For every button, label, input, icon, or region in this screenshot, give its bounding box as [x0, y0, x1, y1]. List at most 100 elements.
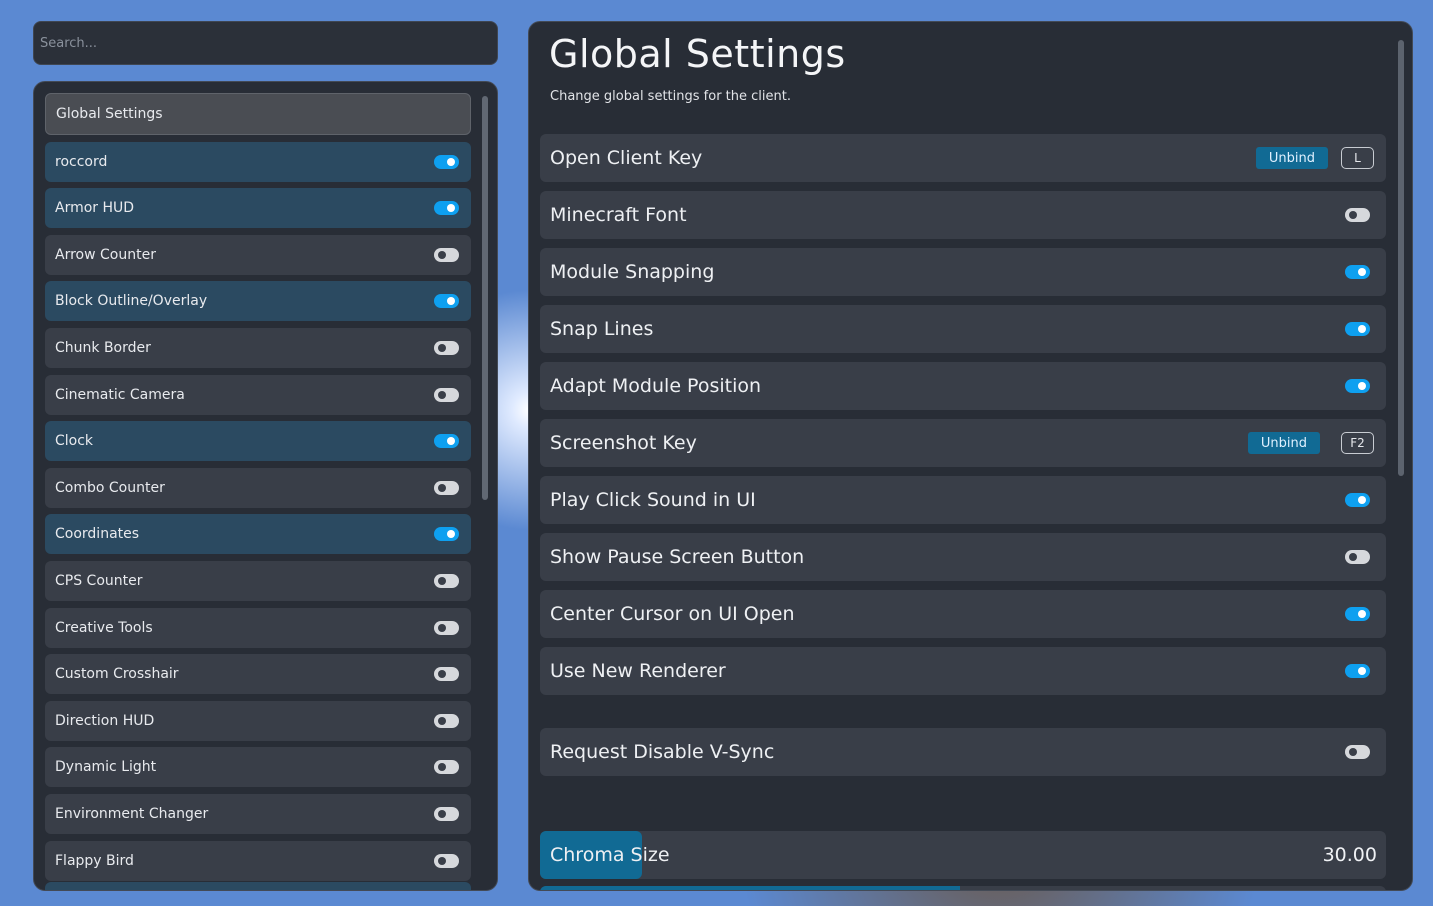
- toggle-switch[interactable]: [1345, 265, 1370, 279]
- toggle-switch[interactable]: [434, 713, 459, 728]
- toggle-knob: [438, 576, 446, 585]
- sidebar-item-arrow-counter[interactable]: Arrow Counter: [45, 234, 471, 275]
- toggle-knob: [438, 716, 446, 725]
- toggle-switch[interactable]: [1345, 379, 1370, 393]
- setting-row-screenshot-key[interactable]: Screenshot Key Unbind F2: [540, 419, 1386, 467]
- setting-label: Adapt Module Position: [550, 375, 762, 397]
- list-item-partial[interactable]: [45, 882, 471, 890]
- sidebar-item-label: roccord: [55, 153, 108, 170]
- toggle-knob: [438, 483, 446, 492]
- sidebar-item-label: Armor HUD: [55, 200, 135, 217]
- toggle-switch[interactable]: [1345, 550, 1370, 564]
- sidebar-item-chunk-border[interactable]: Chunk Border: [45, 327, 471, 368]
- sidebar-item-flappy-bird[interactable]: Flappy Bird: [45, 840, 471, 881]
- sidebar-item-coordinates[interactable]: Coordinates: [45, 514, 471, 555]
- toggle-switch[interactable]: [434, 527, 459, 542]
- sidebar-item-environment-changer[interactable]: Environment Changer: [45, 793, 471, 834]
- setting-label: Use New Renderer: [550, 660, 726, 682]
- module-list: Global Settings roccord Armor HUD Arrow Cou…: [45, 93, 471, 887]
- toggle-switch[interactable]: [434, 201, 459, 216]
- setting-row-adapt-module-position[interactable]: Adapt Module Position: [540, 362, 1386, 410]
- toggle-knob: [447, 437, 455, 446]
- sidebar-item-combo-counter[interactable]: Combo Counter: [45, 467, 471, 508]
- sidebar-item-custom-crosshair[interactable]: Custom Crosshair: [45, 654, 471, 695]
- setting-row-module-snapping[interactable]: Module Snapping: [540, 248, 1386, 296]
- sidebar-item-cps-counter[interactable]: CPS Counter: [45, 560, 471, 601]
- setting-row-center-cursor-on-ui-open[interactable]: Center Cursor on UI Open: [540, 590, 1386, 638]
- toggle-knob: [438, 250, 446, 259]
- setting-row-partial[interactable]: [540, 886, 1386, 890]
- setting-row-play-click-sound-in-ui[interactable]: Play Click Sound in UI: [540, 476, 1386, 524]
- chroma-size-slider[interactable]: Chroma Size 30.00: [540, 831, 1386, 879]
- setting-label: Request Disable V-Sync: [550, 741, 775, 763]
- sidebar-item-label: Direction HUD: [55, 712, 155, 729]
- setting-label: Module Snapping: [550, 261, 715, 283]
- sidebar-item-direction-hud[interactable]: Direction HUD: [45, 700, 471, 741]
- toggle-switch[interactable]: [1345, 664, 1370, 678]
- sidebar-item-global-settings[interactable]: Global Settings: [45, 93, 471, 135]
- sidebar-item-roccord[interactable]: roccord: [45, 141, 471, 182]
- setting-row-snap-lines[interactable]: Snap Lines: [540, 305, 1386, 353]
- sidebar-item-label: Block Outline/Overlay: [55, 293, 208, 310]
- sidebar-scrollbar[interactable]: [482, 96, 488, 500]
- setting-row-minecraft-font[interactable]: Minecraft Font: [540, 191, 1386, 239]
- setting-label: Screenshot Key: [550, 432, 697, 454]
- toggle-switch[interactable]: [434, 387, 459, 402]
- toggle-knob: [1358, 610, 1366, 618]
- sidebar-item-label: Custom Crosshair: [55, 666, 179, 683]
- sidebar-item-label: Arrow Counter: [55, 246, 156, 263]
- toggle-switch[interactable]: [434, 154, 459, 169]
- toggle-knob: [438, 623, 446, 632]
- sidebar-item-block-outline-overlay[interactable]: Block Outline/Overlay: [45, 281, 471, 322]
- setting-row-show-pause-screen-button[interactable]: Show Pause Screen Button: [540, 533, 1386, 581]
- sidebar-item-dynamic-light[interactable]: Dynamic Light: [45, 747, 471, 788]
- toggle-knob: [438, 670, 446, 679]
- unbind-button[interactable]: Unbind: [1247, 432, 1320, 454]
- sidebar-item-armor-hud[interactable]: Armor HUD: [45, 188, 471, 229]
- toggle-knob: [1358, 496, 1366, 504]
- toggle-switch[interactable]: [434, 667, 459, 682]
- setting-row-open-client-key[interactable]: Open Client Key Unbind L: [540, 134, 1386, 182]
- setting-label: Show Pause Screen Button: [550, 546, 805, 568]
- unbind-button[interactable]: Unbind: [1255, 147, 1328, 169]
- sidebar-item-label: Creative Tools: [55, 619, 153, 636]
- keybind-button[interactable]: F2: [1341, 432, 1374, 454]
- setting-label: Minecraft Font: [550, 204, 687, 226]
- page-subtitle: Change global settings for the client.: [550, 89, 791, 104]
- toggle-switch[interactable]: [434, 340, 459, 355]
- toggle-knob: [447, 157, 455, 166]
- toggle-switch[interactable]: [434, 480, 459, 495]
- toggle-switch[interactable]: [434, 294, 459, 309]
- sidebar-item-label: CPS Counter: [55, 572, 143, 589]
- slider-value: 30.00: [1322, 844, 1377, 866]
- toggle-knob: [1358, 325, 1366, 333]
- sidebar-item-label: Combo Counter: [55, 479, 165, 496]
- toggle-knob: [1349, 211, 1357, 219]
- toggle-switch[interactable]: [1345, 208, 1370, 222]
- toggle-knob: [1349, 748, 1357, 756]
- toggle-switch[interactable]: [434, 620, 459, 635]
- keybind-button[interactable]: L: [1341, 147, 1374, 169]
- sidebar-item-cinematic-camera[interactable]: Cinematic Camera: [45, 374, 471, 415]
- setting-row-use-new-renderer[interactable]: Use New Renderer: [540, 647, 1386, 695]
- search-placeholder: Search...: [40, 35, 98, 51]
- sidebar-item-clock[interactable]: Clock: [45, 421, 471, 462]
- toggle-switch[interactable]: [1345, 493, 1370, 507]
- toggle-switch[interactable]: [1345, 322, 1370, 336]
- toggle-switch[interactable]: [434, 853, 459, 868]
- toggle-switch[interactable]: [1345, 745, 1370, 759]
- toggle-knob: [438, 856, 446, 865]
- sidebar-item-label: Coordinates: [55, 526, 140, 543]
- search-input[interactable]: Search...: [33, 21, 498, 65]
- toggle-switch[interactable]: [434, 760, 459, 775]
- main-scrollbar[interactable]: [1398, 40, 1404, 476]
- toggle-switch[interactable]: [434, 573, 459, 588]
- toggle-knob: [438, 343, 446, 352]
- toggle-switch[interactable]: [1345, 607, 1370, 621]
- setting-row-request-disable-v-sync[interactable]: Request Disable V-Sync: [540, 728, 1386, 776]
- toggle-switch[interactable]: [434, 806, 459, 821]
- slider-label: Chroma Size: [550, 844, 670, 866]
- toggle-switch[interactable]: [434, 247, 459, 262]
- toggle-switch[interactable]: [434, 434, 459, 449]
- sidebar-item-creative-tools[interactable]: Creative Tools: [45, 607, 471, 648]
